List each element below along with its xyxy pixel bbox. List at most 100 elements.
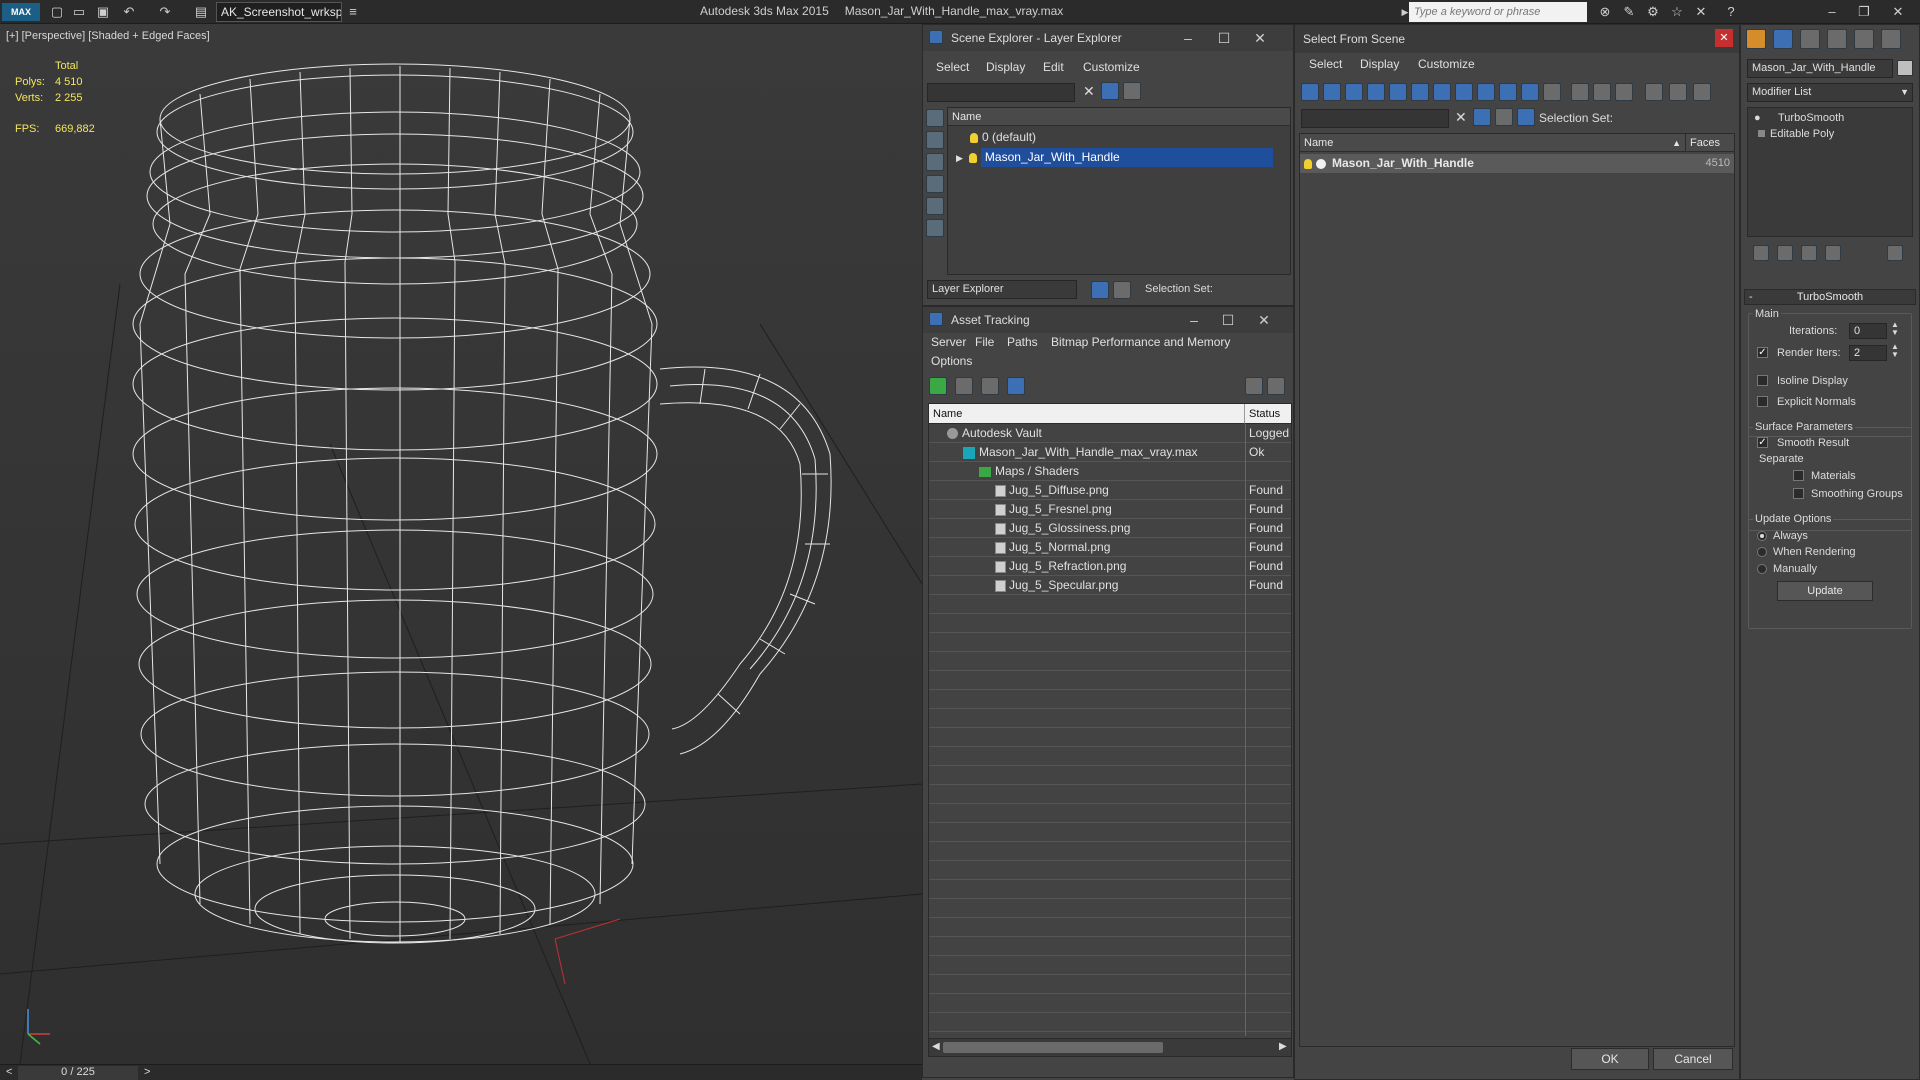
asset-row-empty[interactable] [929,652,1291,671]
stack-item-editable-poly[interactable]: Editable Poly [1770,128,1834,140]
asset-row-empty[interactable] [929,633,1291,652]
make-unique-icon[interactable] [1801,245,1817,261]
asset-minimize-icon[interactable]: – [1179,307,1209,333]
asset-row[interactable]: Jug_5_Specular.png Found [929,576,1291,595]
layer-column-name[interactable]: Name [948,108,1290,126]
asset-row-empty[interactable] [929,975,1291,994]
favorites-star-icon[interactable]: ☆ [1668,3,1686,21]
asset-menu-options[interactable]: Options [931,354,972,368]
sfs-layers-icon[interactable] [1495,108,1513,126]
render-iters-checkbox[interactable]: ✓ [1757,347,1768,358]
update-button[interactable]: Update [1777,581,1873,601]
stack-item-turbosmooth[interactable]: TurboSmooth [1778,112,1844,124]
asset-row-empty[interactable] [929,595,1291,614]
asset-row-empty[interactable] [929,823,1291,842]
sfs-column-name[interactable]: Name ▲ [1300,134,1686,152]
communication-icon[interactable]: ⚙ [1644,3,1662,21]
display-lights-icon[interactable] [926,153,944,171]
asset-menu-bitmap-performance[interactable]: Bitmap Performance and Memory [1051,335,1230,349]
layer-visibility-bulb-icon[interactable] [970,132,978,143]
asset-row-empty[interactable] [929,842,1291,861]
select-all-icon[interactable] [1571,83,1589,101]
asset-row[interactable]: Jug_5_Refraction.png Found [929,557,1291,576]
explorer-type-dropdown[interactable]: Layer Explorer [927,280,1077,299]
object-color-swatch[interactable] [1897,60,1913,76]
layer-options-icon[interactable] [1123,82,1141,100]
display-shapes-icon[interactable] [926,131,944,149]
select-none-icon[interactable] [1593,83,1611,101]
pin-stack-icon[interactable] [1753,245,1769,261]
scene-explorer-close-icon[interactable]: ✕ [1245,25,1275,51]
explicit-normals-checkbox[interactable] [1757,396,1768,407]
asset-row-empty[interactable] [929,671,1291,690]
asset-row-empty[interactable] [929,937,1291,956]
materials-checkbox[interactable] [1793,470,1804,481]
close-icon[interactable]: ✕ [1884,2,1912,22]
expand-arrow-icon[interactable]: ▶ [956,153,963,163]
table-view-icon[interactable] [1007,377,1025,395]
motion-tab-icon[interactable] [1827,29,1847,49]
asset-row[interactable]: Mason_Jar_With_Handle_max_vray.max Ok [929,443,1291,462]
filter-spacewarps-icon[interactable] [1411,83,1429,101]
asset-row-empty[interactable] [929,690,1291,709]
asset-row-empty[interactable] [929,880,1291,899]
save-icon[interactable]: ▣ [94,3,112,21]
display-geometry-icon[interactable] [926,109,944,127]
asset-row-empty[interactable] [929,804,1291,823]
asset-menu-file[interactable]: File [975,335,994,349]
select-dialog-close-icon[interactable]: ✕ [1715,29,1733,47]
object-freeze-icon[interactable] [1316,158,1326,169]
asset-row-empty[interactable] [929,861,1291,880]
sfs-clear-filter-icon[interactable]: ✕ [1455,109,1467,126]
asset-row-empty[interactable] [929,994,1291,1013]
asset-horizontal-scrollbar[interactable]: ◀ ▶ [929,1038,1291,1056]
asset-menu-server[interactable]: Server [931,335,966,349]
filter-groups-icon[interactable] [1433,83,1451,101]
scroll-left-icon[interactable]: ◀ [932,1041,940,1052]
layer-row-selected[interactable]: ▶ Mason_Jar_With_Handle [948,148,1290,167]
asset-row[interactable]: Jug_5_Diffuse.png Found [929,481,1291,500]
time-slider[interactable]: < 0 / 225 > [0,1064,922,1080]
sfs-search-input[interactable] [1301,109,1449,128]
asset-maximize-icon[interactable]: ☐ [1213,307,1243,333]
minimize-icon[interactable]: – [1818,2,1846,22]
time-slider-thumb[interactable]: 0 / 225 [18,1066,138,1080]
object-name-field[interactable]: Mason_Jar_With_Handle [1747,59,1893,78]
layer-row[interactable]: 0 (default) [948,128,1290,147]
search-input[interactable]: Type a keyword or phrase [1409,2,1587,22]
scene-explorer-minimize-icon[interactable]: – [1173,25,1203,51]
scene-explorer-maximize-icon[interactable]: ☐ [1209,25,1239,51]
asset-settings-icon[interactable] [1267,377,1285,395]
scene-menu-edit[interactable]: Edit [1043,60,1064,74]
update-always-radio[interactable] [1757,531,1767,541]
asset-row-empty[interactable] [929,1013,1291,1032]
asset-row[interactable]: Jug_5_Glossiness.png Found [929,519,1291,538]
undo-icon[interactable]: ↶ [120,3,138,21]
filter-toggle-icon[interactable] [1101,82,1119,100]
layer-manager-icon[interactable] [1091,281,1109,299]
redo-icon[interactable]: ↷ [156,3,174,21]
scene-filter-input[interactable] [927,83,1075,102]
asset-row-empty[interactable] [929,956,1291,975]
tree-view-icon[interactable] [981,377,999,395]
configure-modifier-sets-icon[interactable] [1887,245,1903,261]
render-iters-spinner[interactable]: 2 [1849,345,1887,361]
filter-geometry-icon[interactable] [1301,83,1319,101]
binoculars-icon[interactable]: ⊗ [1596,3,1614,21]
asset-row-empty[interactable] [929,614,1291,633]
filter-containers-icon[interactable] [1499,83,1517,101]
asset-help-icon[interactable] [1245,377,1263,395]
asset-column-status[interactable]: Status [1245,404,1291,424]
iterations-spinner[interactable]: 0 [1849,323,1887,339]
asset-row-empty[interactable] [929,918,1291,937]
scene-menu-customize[interactable]: Customize [1083,60,1140,74]
asset-column-name[interactable]: Name [929,404,1245,424]
display-tab-icon[interactable] [1854,29,1874,49]
scroll-right-icon[interactable]: ▶ [1279,1041,1287,1052]
modifier-stack[interactable]: ● TurboSmooth Editable Poly [1747,107,1913,237]
asset-row[interactable]: Jug_5_Fresnel.png Found [929,500,1291,519]
sfs-filter-icon[interactable] [1645,83,1663,101]
smooth-result-checkbox[interactable]: ✓ [1757,437,1768,448]
asset-row-empty[interactable] [929,728,1291,747]
scene-menu-display[interactable]: Display [986,60,1025,74]
